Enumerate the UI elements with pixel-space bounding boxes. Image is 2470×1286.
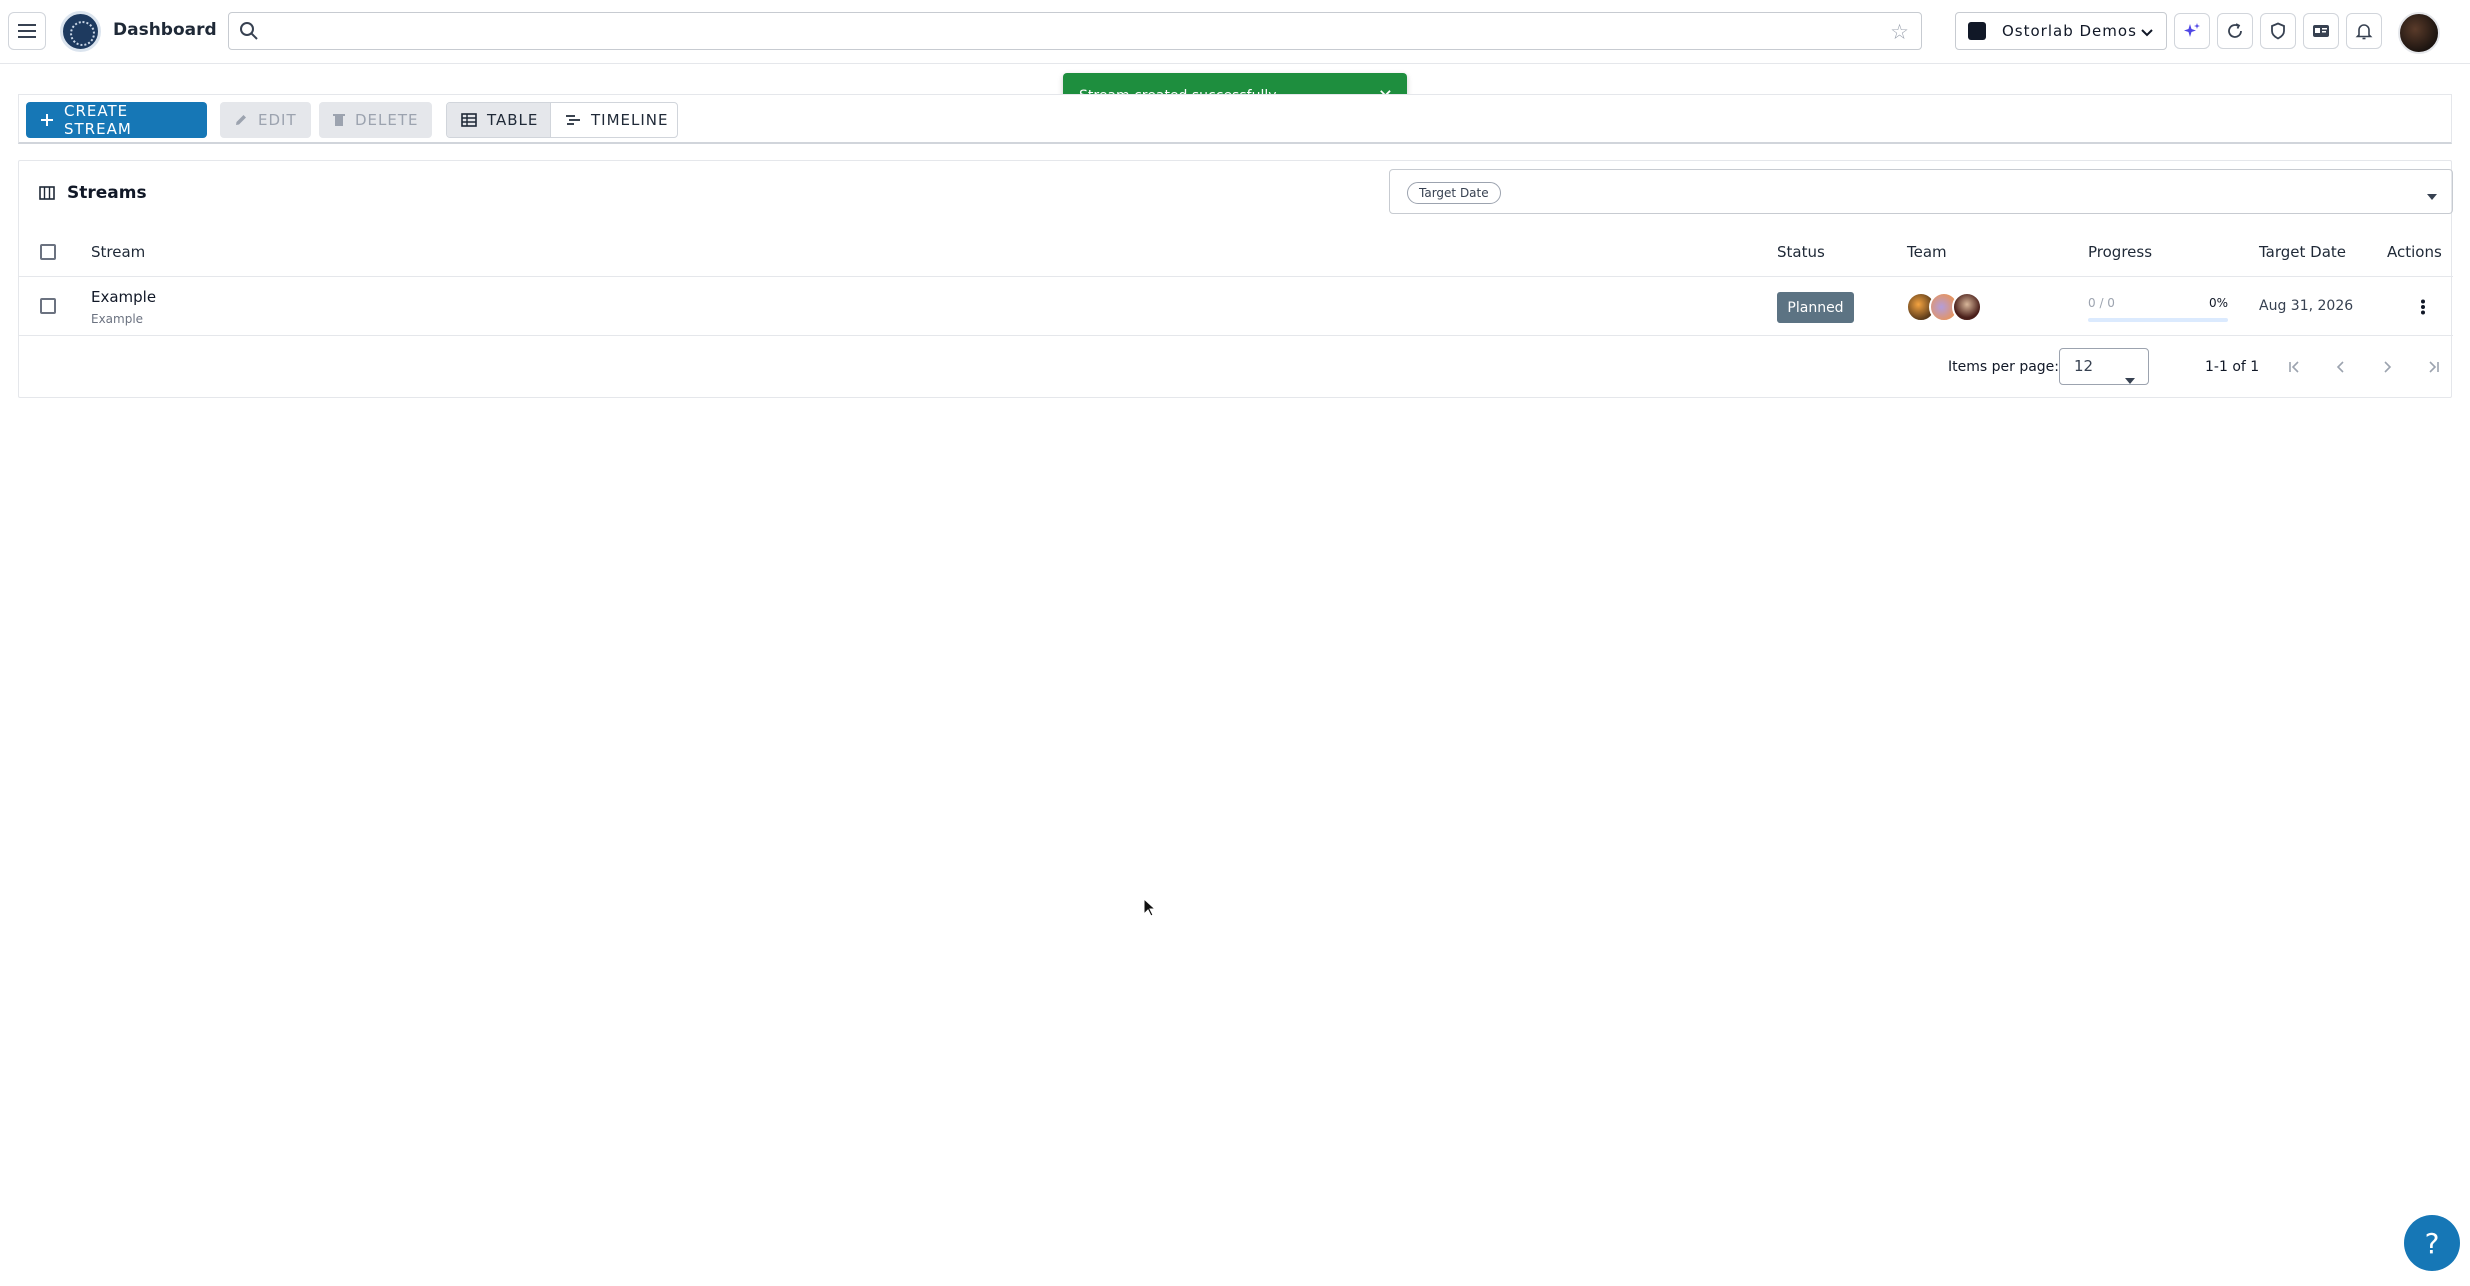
timeline-view-button[interactable]: TIMELINE xyxy=(551,103,677,137)
column-header-status[interactable]: Status xyxy=(1777,243,1825,261)
refresh-button[interactable] xyxy=(2217,13,2253,49)
hamburger-icon xyxy=(18,24,36,38)
last-page-button[interactable] xyxy=(2421,355,2445,379)
stream-subtitle: Example xyxy=(91,312,144,326)
id-card-icon xyxy=(2313,25,2329,37)
column-header-target-date[interactable]: Target Date xyxy=(2259,243,2346,261)
search-icon xyxy=(239,21,259,45)
kebab-icon xyxy=(2421,299,2425,315)
last-page-icon xyxy=(2429,361,2439,373)
streams-card: Streams Target Date Stream Status Team P… xyxy=(18,160,2453,398)
progress-count: 0 / 0 xyxy=(2088,296,2115,310)
id-card-button[interactable] xyxy=(2303,13,2339,49)
star-icon[interactable]: ☆ xyxy=(1890,20,1909,44)
select-all-checkbox[interactable] xyxy=(40,244,56,260)
timeline-icon xyxy=(565,113,581,127)
stream-name[interactable]: Example xyxy=(91,288,156,306)
create-stream-label: CREATE STREAM xyxy=(64,102,132,138)
table-view-button[interactable]: TABLE xyxy=(447,103,551,137)
delete-label: DELETE xyxy=(355,111,419,129)
menu-button[interactable] xyxy=(8,12,46,50)
pagination-range: 1-1 of 1 xyxy=(2205,359,2260,375)
streams-title: Streams xyxy=(39,183,147,203)
column-header-actions: Actions xyxy=(2387,243,2442,261)
pencil-icon xyxy=(234,113,248,127)
pagination: Items per page: 12 1-1 of 1 xyxy=(19,337,2453,397)
table-view-label: TABLE xyxy=(487,111,539,129)
progress-percent: 0% xyxy=(2208,296,2228,310)
table-icon xyxy=(461,113,477,127)
streams-toolbar: CREATE STREAM EDIT DELETE TABLE TIMELINE xyxy=(18,94,2452,144)
mouse-cursor-icon xyxy=(1143,898,1157,917)
first-page-icon xyxy=(2289,361,2299,373)
chevron-right-icon xyxy=(2384,361,2392,373)
items-per-page-label: Items per page: xyxy=(1948,359,2060,375)
table-header: Stream Status Team Progress Target Date … xyxy=(19,227,2453,277)
plus-icon xyxy=(40,113,54,127)
streams-title-text: Streams xyxy=(67,183,147,203)
view-toggle: TABLE TIMELINE xyxy=(446,102,678,138)
timeline-view-label: TIMELINE xyxy=(591,111,669,129)
app-logo[interactable] xyxy=(60,11,101,52)
top-bar: Dashboard ☆ Ostorlab Demos xyxy=(0,0,2470,64)
progress-cell: 0 / 0 0% xyxy=(2088,296,2228,322)
progress-bar xyxy=(2088,318,2228,322)
bell-icon xyxy=(2355,24,2373,40)
delete-button[interactable]: DELETE xyxy=(319,102,432,138)
sparkle-icon xyxy=(2184,23,2200,37)
security-button[interactable] xyxy=(2260,13,2296,49)
items-per-page-select[interactable]: 12 xyxy=(2059,348,2149,385)
trash-icon xyxy=(333,113,345,127)
table-row[interactable]: Example Example Planned 0 / 0 0% Aug 31,… xyxy=(19,278,2453,336)
user-avatar[interactable] xyxy=(2398,12,2440,54)
column-header-stream[interactable]: Stream xyxy=(91,243,145,261)
column-header-progress[interactable]: Progress xyxy=(2088,243,2152,261)
org-name: Ostorlab Demos xyxy=(2002,22,2137,40)
filter-chip-target-date[interactable]: Target Date xyxy=(1407,182,1501,204)
brand-title: Dashboard xyxy=(113,20,217,40)
chevron-down-icon xyxy=(2140,23,2154,42)
row-checkbox[interactable] xyxy=(40,298,56,314)
columns-icon xyxy=(39,186,55,200)
more-actions-button[interactable] xyxy=(2411,295,2435,319)
create-stream-button[interactable]: CREATE STREAM xyxy=(26,102,207,138)
first-page-button[interactable] xyxy=(2283,355,2307,379)
organization-selector[interactable]: Ostorlab Demos xyxy=(1955,12,2167,50)
edit-button[interactable]: EDIT xyxy=(220,102,311,138)
column-header-team[interactable]: Team xyxy=(1907,243,1947,261)
target-date: Aug 31, 2026 xyxy=(2259,298,2354,314)
filter-select[interactable]: Target Date xyxy=(1389,169,2453,214)
team-avatars xyxy=(1906,292,1982,322)
notifications-button[interactable] xyxy=(2346,13,2382,49)
help-button[interactable]: ? xyxy=(2404,1215,2460,1271)
team-member-avatar[interactable] xyxy=(1952,292,1982,322)
edit-label: EDIT xyxy=(258,111,297,129)
caret-down-icon xyxy=(2124,363,2136,398)
refresh-icon xyxy=(2228,23,2242,38)
org-logo-icon xyxy=(1968,22,1986,40)
chevron-left-icon xyxy=(2336,361,2344,373)
status-badge: Planned xyxy=(1777,292,1854,323)
shield-icon xyxy=(2271,22,2285,40)
ai-assistant-button[interactable] xyxy=(2174,13,2210,49)
items-per-page-value: 12 xyxy=(2074,357,2094,375)
next-page-button[interactable] xyxy=(2375,355,2399,379)
previous-page-button[interactable] xyxy=(2329,355,2353,379)
search-input[interactable]: ☆ xyxy=(228,12,1922,50)
caret-down-icon xyxy=(2426,186,2438,205)
